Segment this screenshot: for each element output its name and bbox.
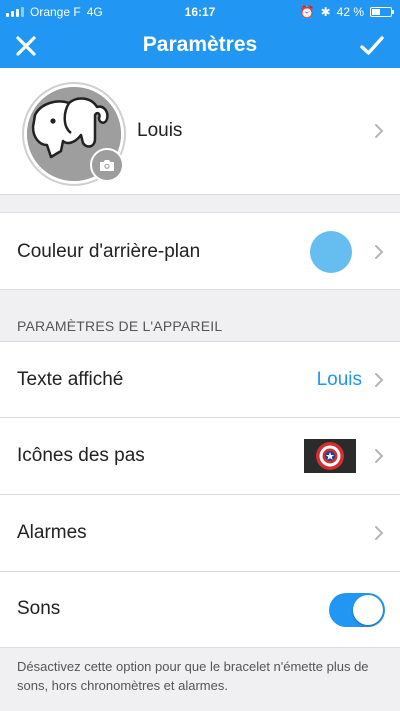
background-color-label: Couleur d'arrière-plan — [17, 241, 201, 262]
profile-row[interactable]: Louis — [0, 68, 400, 195]
step-icon-preview — [304, 439, 356, 473]
change-photo-button[interactable] — [90, 148, 124, 182]
toggle-knob — [353, 595, 383, 625]
battery-percent: 42 % — [336, 5, 364, 19]
bluetooth-icon: ✱ — [320, 5, 331, 19]
alarms-label: Alarmes — [17, 522, 87, 543]
display-text-label: Texte affiché — [17, 369, 124, 390]
done-button[interactable] — [356, 30, 388, 62]
chevron-right-icon — [375, 449, 384, 463]
chevron-right-icon — [375, 373, 384, 387]
camera-icon — [100, 159, 114, 171]
sounds-label: Sons — [17, 598, 61, 619]
sounds-help-text: Désactivez cette option pour que le brac… — [17, 659, 369, 693]
status-right: ⏰ ✱ 42 % — [299, 5, 394, 19]
sounds-toggle[interactable] — [329, 593, 385, 627]
profile-name: Louis — [137, 120, 183, 141]
device-settings-header: PARAMÈTRES DE L'APPAREIL — [17, 318, 223, 334]
captain-shield-icon — [316, 442, 344, 470]
checkmark-icon — [360, 36, 384, 55]
page-title: Paramètres — [142, 33, 258, 56]
battery-icon — [370, 7, 394, 17]
chevron-right-icon — [375, 245, 384, 259]
display-text-row[interactable]: Texte affiché Louis — [0, 341, 400, 418]
chevron-right-icon — [375, 124, 384, 138]
alarm-clock-icon: ⏰ — [299, 5, 315, 19]
chevron-right-icon — [375, 526, 384, 540]
step-icons-label: Icônes des pas — [17, 445, 145, 466]
status-bar: Orange F 4G 16:17 ⏰ ✱ 42 % — [0, 0, 400, 24]
sounds-row: Sons — [0, 572, 400, 648]
background-color-swatch — [310, 231, 352, 273]
step-icons-row[interactable]: Icônes des pas — [0, 418, 400, 495]
background-color-row[interactable]: Couleur d'arrière-plan — [0, 212, 400, 290]
display-text-value: Louis — [316, 369, 362, 390]
nav-bar: Paramètres — [0, 24, 400, 68]
battery-fill — [372, 9, 380, 15]
alarms-row[interactable]: Alarmes — [0, 495, 400, 572]
